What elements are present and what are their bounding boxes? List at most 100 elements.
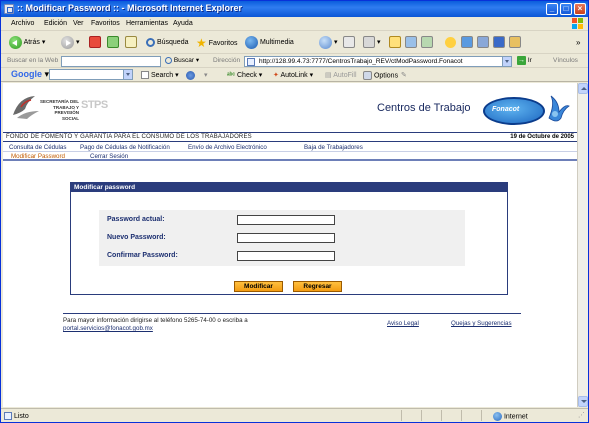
- favorites-button[interactable]: ★ Favoritos: [196, 35, 238, 51]
- menu-herramientas[interactable]: Herramientas: [126, 20, 168, 27]
- refresh-button[interactable]: [107, 35, 119, 51]
- web-search-button[interactable]: Buscar ▾: [165, 55, 199, 67]
- vertical-scrollbar[interactable]: [577, 83, 588, 407]
- mail-button[interactable]: [343, 35, 355, 51]
- forward-button[interactable]: ▾: [61, 35, 79, 51]
- fonacot-logo[interactable]: Fonacot: [483, 94, 573, 128]
- nav-pago-cedulas[interactable]: Pago de Cédulas de Notificación: [80, 144, 170, 151]
- menu-ayuda[interactable]: Ayuda: [173, 20, 193, 27]
- menu-ver[interactable]: Ver: [73, 20, 84, 27]
- folder-icon: [389, 36, 401, 49]
- footer-email-link[interactable]: portal.servicios@fonacot.gob.mx: [63, 325, 248, 333]
- discuss-button[interactable]: [405, 35, 417, 51]
- extra-button-1[interactable]: [461, 35, 473, 51]
- check-button[interactable]: ᵃᵇᶜ Check ▾: [227, 71, 262, 79]
- extra-button-3[interactable]: [493, 35, 505, 51]
- menu-favoritos[interactable]: Favoritos: [91, 20, 120, 27]
- search-button[interactable]: Búsqueda: [146, 35, 188, 51]
- back-button[interactable]: Atrás ▾: [9, 35, 45, 51]
- organization-bar: FONDO DE FOMENTO Y GARANTIA PARA EL CONS…: [3, 132, 577, 142]
- status-separator: [401, 410, 402, 421]
- nav-envio-archivo[interactable]: Envío de Archivo Electrónico: [188, 144, 267, 151]
- google-search-button[interactable]: Search ▾: [141, 71, 179, 80]
- maximize-button[interactable]: □: [560, 3, 572, 15]
- confirm-password-label: Confirmar Password:: [107, 252, 178, 259]
- google-dropdown-icon[interactable]: [123, 70, 132, 79]
- search-web-label: Buscar en la Web: [7, 57, 59, 64]
- scroll-up-arrow-icon[interactable]: [578, 83, 588, 94]
- resize-grip-icon[interactable]: ⋰: [578, 411, 585, 419]
- autolink-button[interactable]: ✦ AutoLink ▾: [273, 71, 313, 79]
- history-icon: [319, 35, 332, 49]
- nav-row-2: Modificar Password Cerrar Sesión: [3, 153, 577, 161]
- menu-archivo[interactable]: Archivo: [11, 20, 34, 27]
- multimedia-button[interactable]: Multimedia: [245, 35, 294, 51]
- pagerank-icon: [186, 71, 195, 80]
- main-navigation: Consulta de Cédulas Pago de Cédulas de N…: [3, 144, 577, 162]
- globe-icon: [493, 412, 502, 421]
- pagerank-button[interactable]: [186, 71, 195, 80]
- menu-edicion[interactable]: Edición: [44, 20, 67, 27]
- options-icon: [363, 71, 372, 80]
- toolbar-chevron[interactable]: »: [576, 35, 580, 51]
- options-button[interactable]: Options: [363, 71, 398, 80]
- pencil-icon[interactable]: ✎: [401, 71, 407, 79]
- google-search-input[interactable]: [49, 69, 133, 80]
- media-icon: [245, 35, 258, 49]
- edit-button[interactable]: [389, 35, 401, 51]
- title-bar[interactable]: :: Modificar Password :: - Microsoft Int…: [1, 1, 588, 17]
- nav-modificar-password[interactable]: Modificar Password: [11, 153, 65, 160]
- extra-button-2[interactable]: [477, 35, 489, 51]
- modify-button[interactable]: Modificar: [234, 281, 283, 292]
- stps-logo[interactable]: SECRETARÍA DEL TRABAJO Y PREVISIÓN SOCIA…: [11, 91, 108, 125]
- close-button[interactable]: ×: [574, 3, 586, 15]
- confirm-password-input[interactable]: [237, 251, 335, 261]
- nav-cerrar-sesion[interactable]: Cerrar Sesión: [90, 153, 128, 160]
- minimize-button[interactable]: _: [546, 3, 558, 15]
- legal-notice-link[interactable]: Aviso Legal: [387, 320, 419, 327]
- popup-icon[interactable]: ▾: [204, 71, 208, 79]
- stop-button[interactable]: [89, 35, 101, 51]
- google-logo[interactable]: Google ▾: [11, 69, 49, 80]
- home-icon: [125, 36, 137, 49]
- url-dropdown-icon[interactable]: [502, 57, 511, 66]
- autofill-button[interactable]: ▤ AutoFill: [325, 71, 357, 79]
- site-title: Centros de Trabajo: [377, 102, 471, 114]
- scroll-down-arrow-icon[interactable]: [578, 396, 588, 407]
- fonacot-logo-text: Fonacot: [492, 106, 520, 113]
- multimedia-label: Multimedia: [259, 39, 294, 46]
- home-button[interactable]: [125, 35, 137, 51]
- new-password-label: Nuevo Password:: [107, 234, 166, 241]
- search-icon: [165, 56, 172, 64]
- url-input[interactable]: http://128.99.4.73:7777/CentrosTrabajo_R…: [244, 56, 512, 67]
- web-search-input[interactable]: [61, 56, 161, 67]
- screen-icon: [477, 36, 489, 49]
- google-toolbar: Google ▾ Search ▾ ▾ ᵃᵇᶜ Check ▾ ✦ AutoLi…: [1, 68, 588, 82]
- print-button[interactable]: ▾: [363, 35, 380, 51]
- new-password-input[interactable]: [237, 233, 335, 243]
- nav-consulta-cedulas[interactable]: Consulta de Cédulas: [9, 144, 66, 151]
- status-separator: [441, 410, 442, 421]
- page-icon: [247, 58, 255, 66]
- bird-mascot-icon: [548, 95, 570, 122]
- back-page-button[interactable]: Regresar: [293, 281, 342, 292]
- extra-button-4[interactable]: [509, 35, 521, 51]
- standard-toolbar: Atrás ▾ ▾ Búsqueda ★ Favoritos Multimedi…: [1, 32, 588, 54]
- go-label: Ir: [527, 57, 532, 64]
- ie-page-icon: [4, 4, 14, 14]
- smiley-button[interactable]: [445, 35, 456, 51]
- history-button[interactable]: ▾: [319, 35, 337, 51]
- web-search-button-label: Buscar: [173, 57, 195, 64]
- current-password-input[interactable]: [237, 215, 335, 225]
- nav-baja-trabajadores[interactable]: Baja de Trabajadores: [304, 144, 363, 151]
- messenger-button[interactable]: [421, 35, 433, 51]
- go-button[interactable]: → Ir: [517, 55, 532, 67]
- star-icon: ★: [196, 36, 207, 50]
- current-date: 19 de Octubre de 2005: [510, 134, 574, 140]
- complaints-link[interactable]: Quejas y Sugerencias: [451, 320, 512, 327]
- links-label[interactable]: Vínculos: [553, 57, 578, 64]
- forward-arrow-icon: [61, 35, 74, 49]
- monitor-icon: [461, 36, 473, 49]
- windows-logo-icon: [572, 18, 584, 30]
- footer-info-text: Para mayor información dirigirse al telé…: [63, 317, 248, 324]
